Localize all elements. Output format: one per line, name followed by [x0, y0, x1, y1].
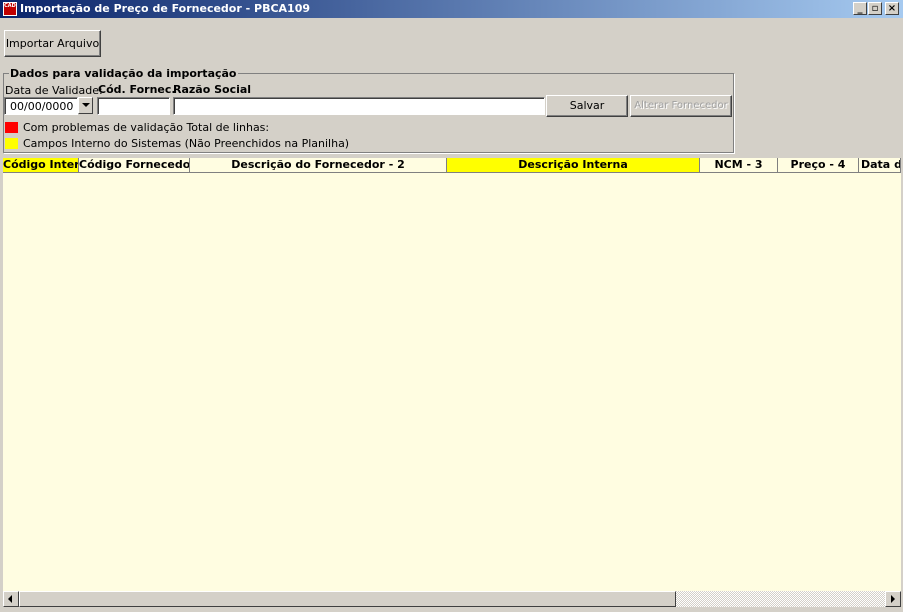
scroll-left-icon[interactable]	[3, 591, 19, 607]
close-button[interactable]: ×	[885, 2, 899, 15]
column-header-date[interactable]: Data de	[859, 158, 901, 173]
save-button[interactable]: Salvar	[546, 95, 628, 117]
app-icon: CAD	[3, 2, 17, 16]
supplier-code-label: Cód. Fornec.	[98, 83, 176, 96]
column-header-internal-description[interactable]: Descrição Interna	[447, 158, 700, 173]
date-dropdown-button[interactable]	[78, 97, 93, 114]
minimize-button[interactable]: _	[853, 2, 867, 15]
company-name-label: Razão Social	[173, 83, 252, 96]
scroll-right-icon[interactable]	[885, 591, 901, 607]
company-name-field[interactable]	[173, 97, 545, 115]
validity-date-label: Data de Validade:	[5, 84, 103, 97]
legend-validation-problems: Com problemas de validação Total de linh…	[23, 121, 270, 134]
column-header-price[interactable]: Preço - 4	[778, 158, 859, 173]
data-grid[interactable]: Código Interno Código Fornecedor - 1 Des…	[3, 158, 901, 591]
validation-group-title: Dados para validação da importação	[9, 67, 238, 80]
change-supplier-button[interactable]: Alterar Fornecedor	[630, 95, 732, 117]
import-file-button[interactable]: Importar Arquivo	[4, 30, 101, 57]
validity-date-field[interactable]: 00/00/0000	[4, 97, 78, 115]
column-header-supplier-code[interactable]: Código Fornecedor - 1	[79, 158, 190, 173]
restore-button[interactable]: ▫	[868, 2, 882, 15]
column-header-ncm[interactable]: NCM - 3	[700, 158, 778, 173]
window-title: Importação de Preço de Fornecedor - PBCA…	[20, 2, 311, 15]
column-header-supplier-description[interactable]: Descrição do Fornecedor - 2	[190, 158, 447, 173]
scrollbar-thumb[interactable]	[19, 591, 676, 607]
title-bar[interactable]: CAD Importação de Preço de Fornecedor - …	[0, 0, 903, 18]
grid-header: Código Interno Código Fornecedor - 1 Des…	[3, 158, 901, 173]
supplier-code-field[interactable]	[97, 97, 170, 115]
horizontal-scrollbar[interactable]	[3, 591, 901, 607]
legend-swatch-yellow	[5, 138, 18, 149]
legend-swatch-red	[5, 122, 18, 133]
legend-internal-fields: Campos Interno do Sistemas (Não Preenchi…	[23, 137, 350, 150]
column-header-internal-code[interactable]: Código Interno	[3, 158, 79, 173]
